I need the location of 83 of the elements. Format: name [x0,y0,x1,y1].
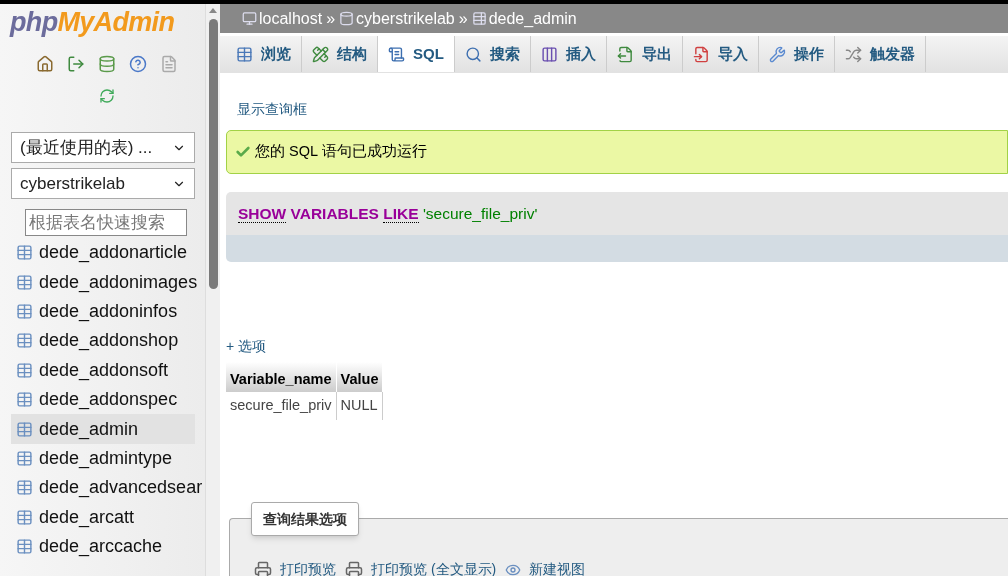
success-message: 您的 SQL 语句已成功运行 [226,130,1008,174]
table-icon [16,538,33,556]
table-icon [16,302,33,320]
table-filter-field[interactable]: 根据表名快速搜索 [25,209,187,236]
reload-icon[interactable] [99,88,115,104]
columns-icon [540,45,558,63]
table-name: dede_addoninfos [39,299,178,324]
table-icon [236,45,253,63]
result-action-link[interactable]: 打印预览 (全文显示) [345,559,497,576]
help-icon[interactable] [129,55,147,73]
separator: » [458,8,468,29]
table-item[interactable]: dede_addonshop [11,326,195,356]
table-icon [16,420,33,438]
home-icon[interactable] [36,55,54,73]
table-item[interactable]: dede_admintype [11,443,195,474]
table-cell: secure_file_priv [226,392,337,420]
table-icon [16,449,33,467]
printer-icon [345,560,363,576]
file-out-icon [616,45,634,63]
document-icon[interactable] [160,55,178,73]
table-item[interactable]: dede_addoninfos [11,296,195,327]
table-item[interactable]: dede_admin [11,414,195,444]
table-icon [16,332,33,350]
table-item[interactable]: dede_addonimages [11,267,195,297]
breadcrumb-link[interactable]: dede_admin [471,6,577,31]
printer-icon [254,560,272,576]
check-icon [235,144,251,160]
table-item[interactable]: dede_addonsoft [11,355,195,385]
table-icon [471,11,487,26]
scroll-icon [388,45,405,63]
table-icon [16,508,33,526]
search-icon [464,45,482,63]
breadcrumb-link[interactable]: cyberstrikelab [339,6,455,31]
table-name: dede_addonsoft [39,358,169,383]
table-item[interactable]: dede_addonspec [11,384,195,415]
table-icon [16,391,33,409]
tab[interactable]: 导入 [682,36,759,72]
table-name: dede_arccache [39,535,163,559]
table-name: dede_advancedsear [39,476,203,500]
logo[interactable]: phpMyAdmin [10,5,175,39]
tab[interactable]: 导出 [606,36,683,72]
column-header[interactable]: Variable_name [226,362,337,392]
table-name: dede_admintype [39,446,173,471]
result-action-link[interactable]: 打印预览 [254,559,336,576]
table-name: dede_addonshop [39,329,179,353]
ruler-pencil-icon [312,45,329,63]
tab[interactable]: 操作 [758,36,835,72]
table-cell: NULL [336,392,383,420]
separator: » [326,8,336,29]
table-name: dede_admin [39,417,139,442]
tab[interactable]: 搜索 [454,36,531,72]
table-name: dede_arcatt [39,505,135,530]
column-header[interactable]: Value [336,362,383,392]
table-icon [16,361,33,379]
result-options-title: 查询结果选项 [251,502,359,536]
database-icon [339,11,355,26]
recent-tables-select[interactable]: (最近使用的表) ... [11,132,195,163]
table-item[interactable]: dede_arccache [11,531,195,562]
options-link[interactable]: + 选项 [226,338,267,354]
table-icon [16,244,33,262]
table-item[interactable]: dede_arcatt [11,502,195,532]
monitor-icon [242,11,257,26]
tab[interactable]: 触发器 [834,36,926,72]
table-name: dede_addonspec [39,388,178,412]
table-name: dede_addonimages [39,270,198,295]
database-select[interactable]: cyberstrikelab [11,168,195,199]
sql-query: SHOW VARIABLES LIKE 'secure_file_priv' [238,203,538,225]
exit-icon[interactable] [67,55,85,73]
tab[interactable]: 插入 [530,36,607,72]
table-item[interactable]: dede_addonarticle [11,238,195,268]
result-action-link[interactable]: 新建视图 [505,559,586,576]
file-in-icon [692,45,710,63]
table-icon [16,479,33,497]
tab[interactable]: 浏览 [226,36,302,72]
breadcrumb-link[interactable]: localhost [242,6,323,31]
table-icon [16,273,33,291]
wrench-icon [768,45,786,63]
scrollbar[interactable] [205,4,220,576]
shuffle-icon [844,45,862,63]
tab[interactable]: SQL [378,36,455,72]
table-name: dede_addonarticle [39,241,188,265]
database-icon[interactable] [98,55,116,73]
show-query-link[interactable]: 显示查询框 [237,101,307,117]
